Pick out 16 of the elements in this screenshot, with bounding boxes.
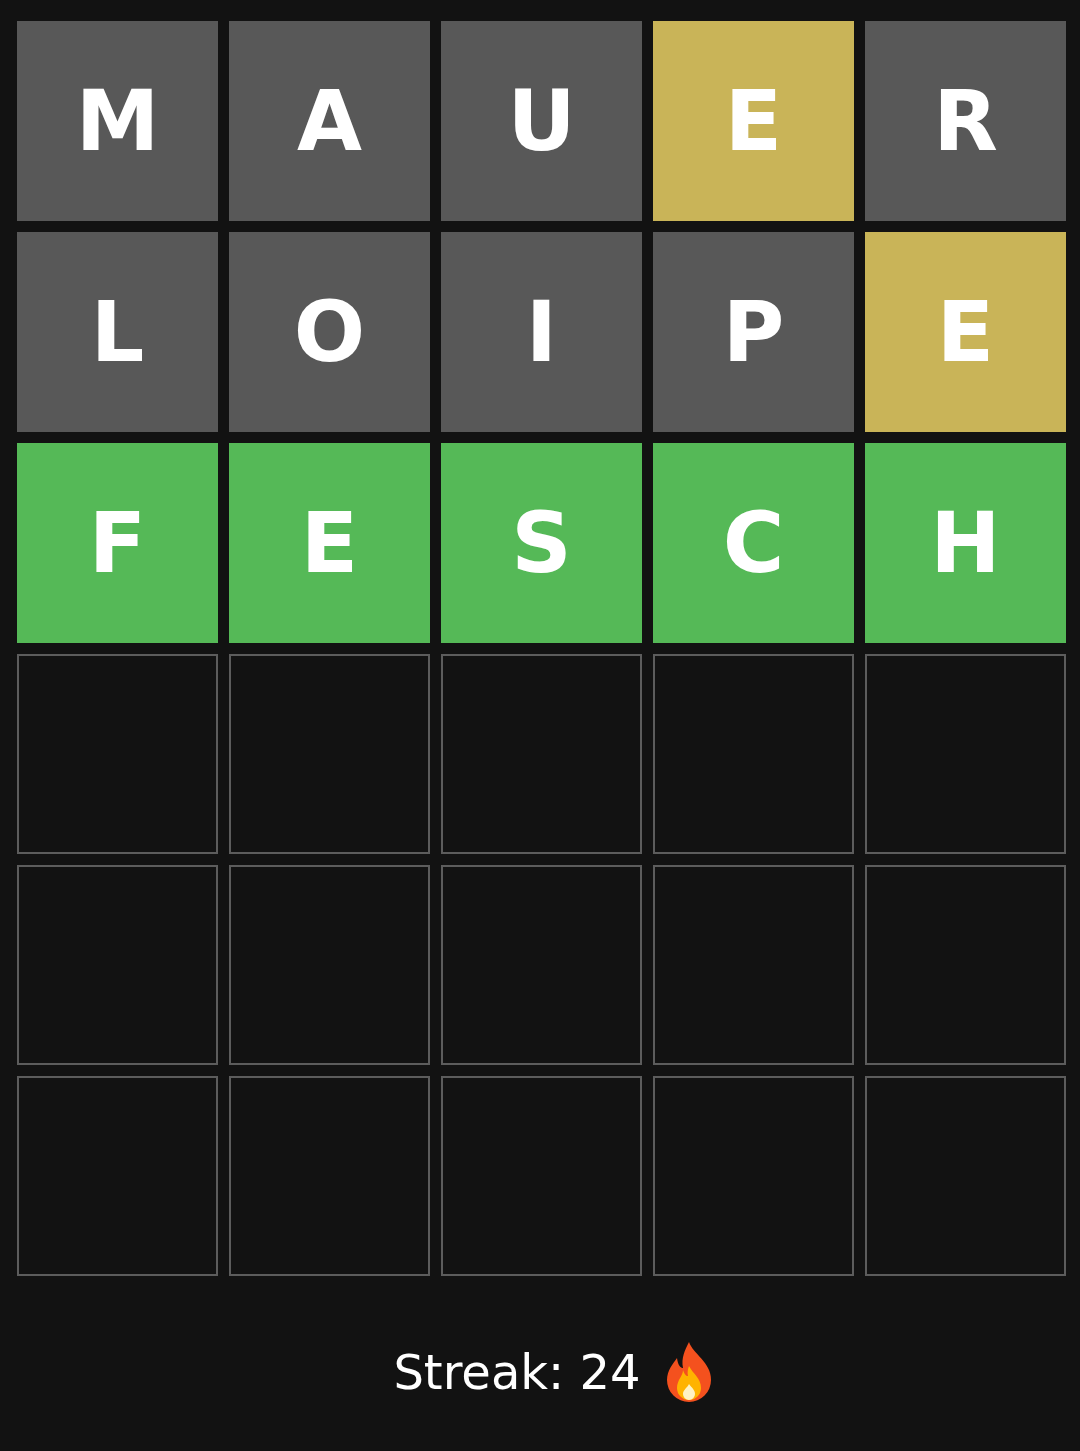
- letter-tile: R: [865, 21, 1066, 221]
- letter-tile: H: [865, 443, 1066, 643]
- letter-tile: E: [229, 443, 430, 643]
- letter-tile: M: [17, 21, 218, 221]
- letter-tile: P: [653, 232, 854, 432]
- letter-tile: U: [441, 21, 642, 221]
- letter-tile: E: [865, 232, 1066, 432]
- letter-tile: S: [441, 443, 642, 643]
- letter-tile: C: [653, 443, 854, 643]
- letter-tile: L: [17, 232, 218, 432]
- letter-tile: I: [441, 232, 642, 432]
- letter-tile: E: [653, 21, 854, 221]
- letter-tile: A: [229, 21, 430, 221]
- letter-tile: O: [229, 232, 430, 432]
- streak-label: Streak: 24: [393, 1344, 641, 1400]
- letter-tile: F: [17, 443, 218, 643]
